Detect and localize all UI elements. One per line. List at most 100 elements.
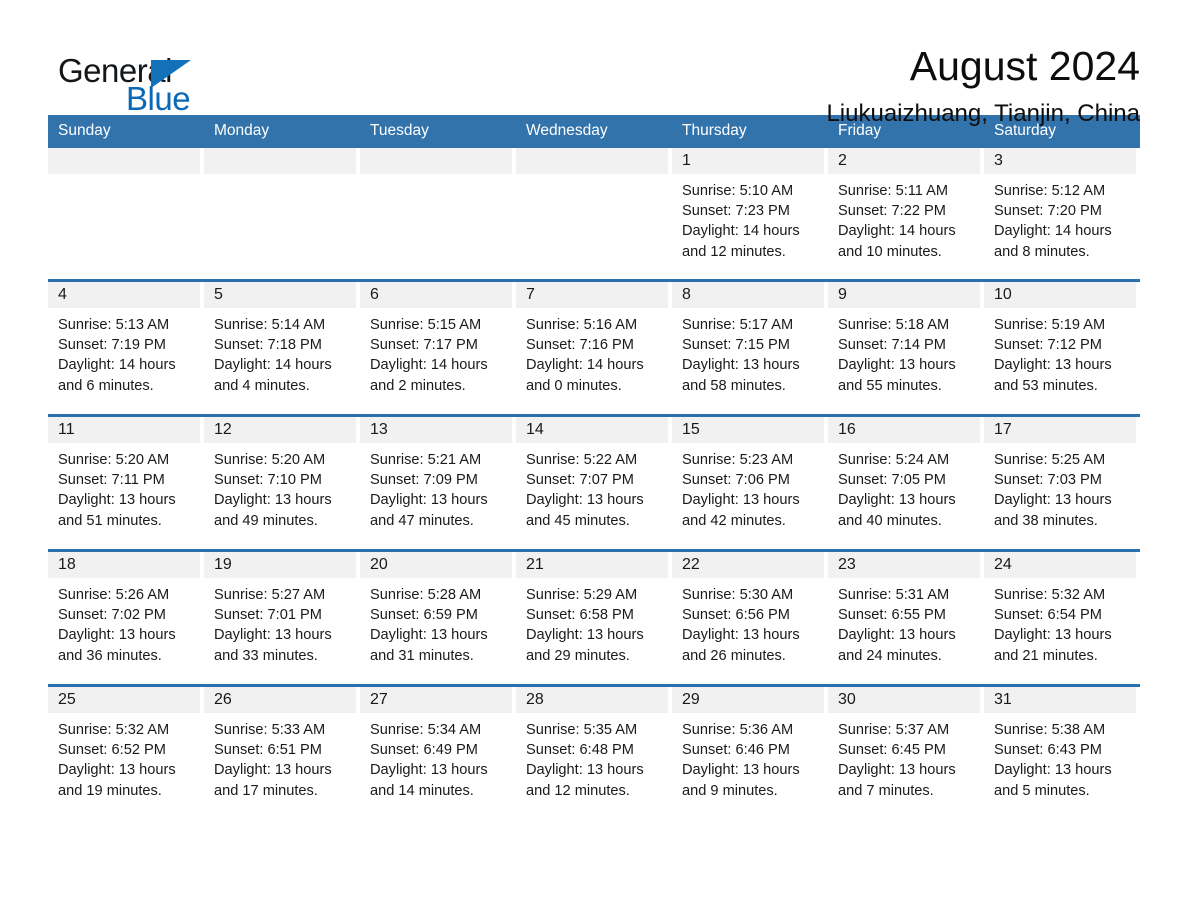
day-number-band: 2 [828, 148, 980, 174]
calendar-week-row: 25 Sunrise: 5:32 AM Sunset: 6:52 PM Dayligh… [48, 684, 1140, 819]
day-number: 13 [370, 421, 388, 438]
day-cell-inner: 29 Sunrise: 5:36 AM Sunset: 6:46 PM Dayligh… [672, 687, 828, 819]
daylight-text-cont: and 10 minutes. [838, 243, 942, 260]
daylight-text: Daylight: 13 hours [370, 762, 488, 779]
day-number: 18 [58, 556, 76, 573]
day-number-band: 4 [48, 282, 200, 308]
day-cell-details: Sunrise: 5:22 AM Sunset: 7:07 PM Daylight:… [516, 443, 668, 531]
sunrise-text: Sunrise: 5:29 AM [526, 587, 638, 603]
calendar-day-cell[interactable]: 19 Sunrise: 5:27 AM Sunset: 7:01 PM Dayligh… [204, 549, 360, 686]
calendar-day-cell[interactable]: 4 Sunrise: 5:13 AM Sunset: 7:19 PM Daylight… [48, 279, 204, 416]
daylight-text: Daylight: 13 hours [526, 492, 644, 509]
daylight-text: Daylight: 14 hours [526, 357, 644, 374]
daylight-text-cont: and 47 minutes. [370, 512, 474, 529]
calendar-day-cell[interactable]: 28 Sunrise: 5:35 AM Sunset: 6:48 PM Dayligh… [516, 684, 672, 819]
day-cell-details: Sunrise: 5:27 AM Sunset: 7:01 PM Daylight:… [204, 578, 356, 666]
sunset-text: Sunset: 6:52 PM [58, 742, 166, 759]
day-number: 6 [370, 286, 379, 303]
sunset-text: Sunset: 6:51 PM [214, 742, 322, 759]
calendar-day-cell[interactable]: 6 Sunrise: 5:15 AM Sunset: 7:17 PM Daylight… [360, 279, 516, 416]
day-cell-inner [204, 148, 360, 279]
day-number-band: 19 [204, 552, 356, 578]
day-cell-inner: 19 Sunrise: 5:27 AM Sunset: 7:01 PM Dayligh… [204, 552, 360, 684]
calendar-day-cell[interactable]: 2 Sunrise: 5:11 AM Sunset: 7:22 PM Daylight… [828, 148, 984, 281]
daylight-text: Daylight: 13 hours [994, 357, 1112, 374]
sunset-text: Sunset: 7:15 PM [682, 337, 790, 354]
day-cell-details [48, 174, 200, 181]
day-cell-details: Sunrise: 5:15 AM Sunset: 7:17 PM Daylight:… [360, 308, 512, 396]
day-number-band: 31 [984, 687, 1136, 713]
calendar-day-cell[interactable]: 8 Sunrise: 5:17 AM Sunset: 7:15 PM Daylight… [672, 279, 828, 416]
daylight-text-cont: and 21 minutes. [994, 647, 1098, 664]
day-number-band: 3 [984, 148, 1136, 174]
calendar-day-cell[interactable]: 14 Sunrise: 5:22 AM Sunset: 7:07 PM Dayligh… [516, 414, 672, 551]
day-cell-details: Sunrise: 5:29 AM Sunset: 6:58 PM Daylight:… [516, 578, 668, 666]
sunset-text: Sunset: 6:56 PM [682, 607, 790, 624]
calendar-day-cell[interactable]: 12 Sunrise: 5:20 AM Sunset: 7:10 PM Dayligh… [204, 414, 360, 551]
calendar-day-cell[interactable]: 17 Sunrise: 5:25 AM Sunset: 7:03 PM Dayligh… [984, 414, 1140, 551]
calendar-day-cell[interactable]: 9 Sunrise: 5:18 AM Sunset: 7:14 PM Daylight… [828, 279, 984, 416]
calendar-day-cell[interactable]: 22 Sunrise: 5:30 AM Sunset: 6:56 PM Dayligh… [672, 549, 828, 686]
calendar-day-cell[interactable]: 25 Sunrise: 5:32 AM Sunset: 6:52 PM Dayligh… [48, 684, 204, 819]
daylight-text: Daylight: 13 hours [682, 357, 800, 374]
day-number: 11 [58, 421, 75, 438]
calendar-day-cell[interactable]: 3 Sunrise: 5:12 AM Sunset: 7:20 PM Daylight… [984, 148, 1140, 281]
day-cell-inner: 8 Sunrise: 5:17 AM Sunset: 7:15 PM Daylight… [672, 282, 828, 414]
calendar-day-cell[interactable]: 11 Sunrise: 5:20 AM Sunset: 7:11 PM Dayligh… [48, 414, 204, 551]
sunset-text: Sunset: 7:09 PM [370, 472, 478, 489]
sunset-text: Sunset: 7:20 PM [994, 203, 1102, 220]
daylight-text: Daylight: 13 hours [994, 627, 1112, 644]
day-cell-inner: 22 Sunrise: 5:30 AM Sunset: 6:56 PM Dayligh… [672, 552, 828, 684]
calendar-day-cell[interactable]: 20 Sunrise: 5:28 AM Sunset: 6:59 PM Dayligh… [360, 549, 516, 686]
calendar-day-cell-empty [48, 148, 204, 281]
calendar-day-cell[interactable]: 18 Sunrise: 5:26 AM Sunset: 7:02 PM Dayligh… [48, 549, 204, 686]
calendar-day-cell[interactable]: 29 Sunrise: 5:36 AM Sunset: 6:46 PM Dayligh… [672, 684, 828, 819]
day-cell-inner: 24 Sunrise: 5:32 AM Sunset: 6:54 PM Dayligh… [984, 552, 1140, 684]
calendar-day-cell[interactable]: 13 Sunrise: 5:21 AM Sunset: 7:09 PM Dayligh… [360, 414, 516, 551]
sunset-text: Sunset: 7:03 PM [994, 472, 1102, 489]
calendar-day-cell[interactable]: 16 Sunrise: 5:24 AM Sunset: 7:05 PM Dayligh… [828, 414, 984, 551]
calendar-day-cell[interactable]: 1 Sunrise: 5:10 AM Sunset: 7:23 PM Daylight… [672, 148, 828, 281]
day-number: 21 [526, 556, 544, 573]
calendar-day-cell[interactable]: 31 Sunrise: 5:38 AM Sunset: 6:43 PM Dayligh… [984, 684, 1140, 819]
sunrise-text: Sunrise: 5:38 AM [994, 722, 1106, 738]
calendar-day-cell[interactable]: 21 Sunrise: 5:29 AM Sunset: 6:58 PM Dayligh… [516, 549, 672, 686]
sunrise-text: Sunrise: 5:17 AM [682, 317, 794, 333]
page-header: General Blue August 2024 Liukuaizhuang, … [48, 0, 1140, 127]
calendar-day-cell[interactable]: 5 Sunrise: 5:14 AM Sunset: 7:18 PM Daylight… [204, 279, 360, 416]
sunset-text: Sunset: 6:58 PM [526, 607, 634, 624]
day-cell-details: Sunrise: 5:35 AM Sunset: 6:48 PM Daylight:… [516, 713, 668, 801]
day-cell-details: Sunrise: 5:28 AM Sunset: 6:59 PM Daylight:… [360, 578, 512, 666]
daylight-text-cont: and 9 minutes. [682, 782, 778, 799]
daylight-text-cont: and 14 minutes. [370, 782, 474, 799]
day-cell-details: Sunrise: 5:30 AM Sunset: 6:56 PM Daylight:… [672, 578, 824, 666]
sunset-text: Sunset: 6:46 PM [682, 742, 790, 759]
calendar-day-cell[interactable]: 26 Sunrise: 5:33 AM Sunset: 6:51 PM Dayligh… [204, 684, 360, 819]
general-blue-logo[interactable]: General Blue [48, 42, 308, 122]
day-number-band: 28 [516, 687, 668, 713]
calendar-day-cell[interactable]: 30 Sunrise: 5:37 AM Sunset: 6:45 PM Dayligh… [828, 684, 984, 819]
day-cell-details: Sunrise: 5:13 AM Sunset: 7:19 PM Daylight:… [48, 308, 200, 396]
sunrise-text: Sunrise: 5:36 AM [682, 722, 794, 738]
day-number-band [48, 148, 200, 174]
calendar-day-cell[interactable]: 27 Sunrise: 5:34 AM Sunset: 6:49 PM Dayligh… [360, 684, 516, 819]
daylight-text-cont: and 19 minutes. [58, 782, 162, 799]
day-cell-inner: 17 Sunrise: 5:25 AM Sunset: 7:03 PM Dayligh… [984, 417, 1140, 549]
day-cell-inner: 6 Sunrise: 5:15 AM Sunset: 7:17 PM Daylight… [360, 282, 516, 414]
calendar-day-cell[interactable]: 23 Sunrise: 5:31 AM Sunset: 6:55 PM Dayligh… [828, 549, 984, 686]
calendar-day-cell[interactable]: 7 Sunrise: 5:16 AM Sunset: 7:16 PM Daylight… [516, 279, 672, 416]
sunset-text: Sunset: 7:17 PM [370, 337, 478, 354]
sunrise-text: Sunrise: 5:37 AM [838, 722, 950, 738]
day-cell-inner: 2 Sunrise: 5:11 AM Sunset: 7:22 PM Daylight… [828, 148, 984, 279]
daylight-text-cont: and 49 minutes. [214, 512, 318, 529]
calendar-day-cell[interactable]: 24 Sunrise: 5:32 AM Sunset: 6:54 PM Dayligh… [984, 549, 1140, 686]
day-cell-inner: 21 Sunrise: 5:29 AM Sunset: 6:58 PM Dayligh… [516, 552, 672, 684]
day-cell-details: Sunrise: 5:20 AM Sunset: 7:11 PM Daylight:… [48, 443, 200, 531]
daylight-text-cont: and 42 minutes. [682, 512, 786, 529]
day-cell-details: Sunrise: 5:17 AM Sunset: 7:15 PM Daylight:… [672, 308, 824, 396]
day-number: 10 [994, 286, 1012, 303]
calendar-day-cell[interactable]: 10 Sunrise: 5:19 AM Sunset: 7:12 PM Dayligh… [984, 279, 1140, 416]
calendar-day-cell[interactable]: 15 Sunrise: 5:23 AM Sunset: 7:06 PM Dayligh… [672, 414, 828, 551]
day-cell-inner: 20 Sunrise: 5:28 AM Sunset: 6:59 PM Dayligh… [360, 552, 516, 684]
sunrise-sunset-calendar: Sunday Monday Tuesday Wednesday Thursday… [48, 115, 1140, 819]
